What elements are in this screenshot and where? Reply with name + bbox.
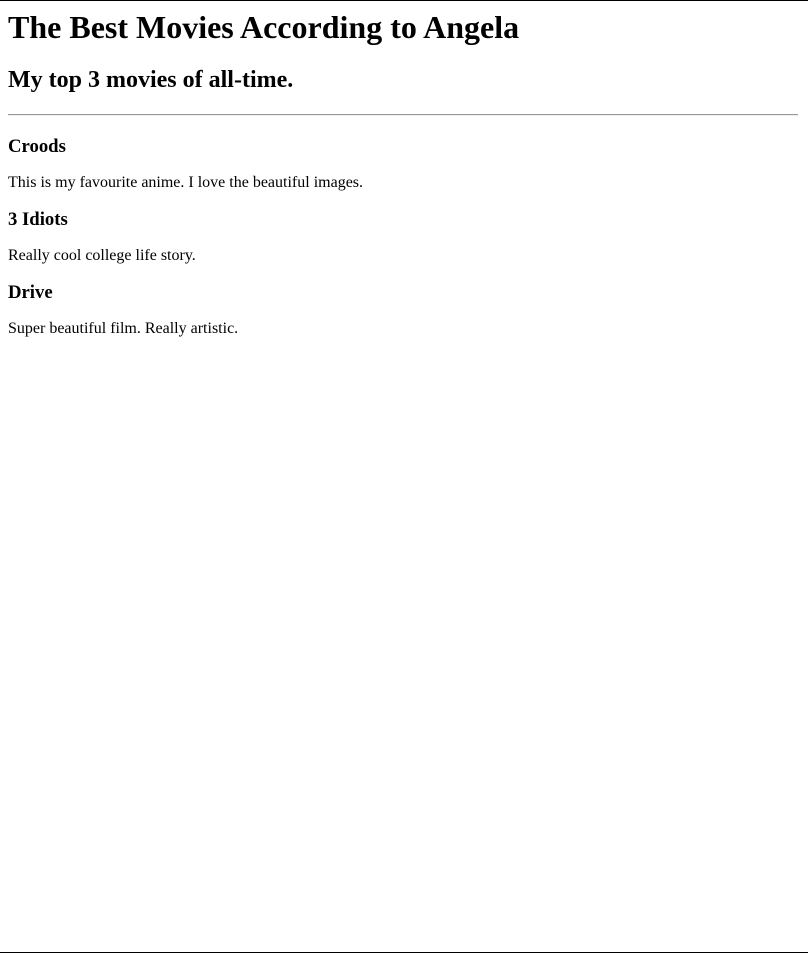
movie-description: Really cool college life story.: [8, 247, 196, 264]
page-subtitle: My top 3 movies of all-time.: [8, 67, 294, 93]
movie-description: This is my favourite anime. I love the b…: [8, 174, 364, 191]
movie-title: Drive: [8, 282, 53, 303]
movie-item: Croods This is my favourite anime. I lov…: [8, 136, 798, 192]
movie-item: Drive Super beautiful film. Really artis…: [8, 282, 798, 338]
divider: [8, 114, 798, 116]
page-content: The Best Movies According to Angela My t…: [0, 1, 808, 337]
movie-description: Super beautiful film. Really artistic.: [8, 320, 239, 337]
movie-list: Croods This is my favourite anime. I lov…: [8, 136, 798, 355]
movie-item: 3 Idiots Really cool college life story.: [8, 209, 798, 265]
movie-title: 3 Idiots: [8, 209, 68, 230]
movie-title: Croods: [8, 136, 66, 157]
page-title: The Best Movies According to Angela: [8, 9, 520, 45]
